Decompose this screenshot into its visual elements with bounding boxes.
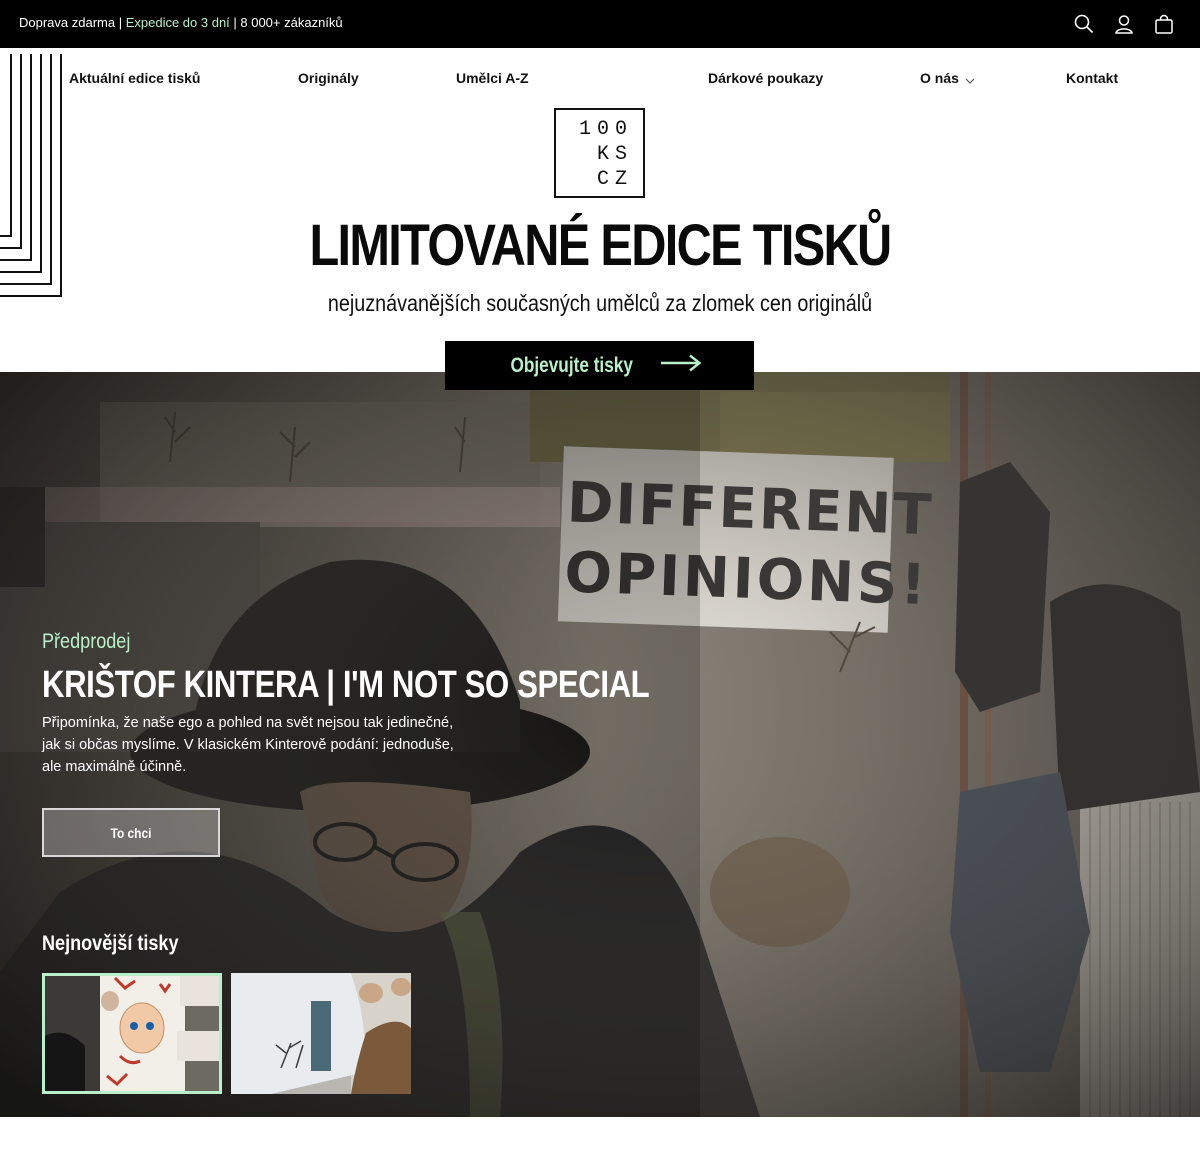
search-icon[interactable] (1072, 12, 1096, 36)
logo-line-2: KS (596, 143, 633, 166)
newest-print-thumbnail[interactable] (231, 973, 411, 1094)
discover-prints-label: Objevujte tisky (510, 353, 633, 377)
header-icons (1072, 12, 1176, 36)
discover-prints-button[interactable]: Objevujte tisky (445, 341, 754, 390)
chevron-down-icon (965, 71, 975, 87)
nav-item-artists[interactable]: Umělci A-Z (456, 70, 529, 86)
decorative-lines (0, 54, 62, 297)
hero-title: LIMITOVANÉ EDICE TISKŮ (309, 213, 892, 278)
announcement-dispatch: Expedice do 3 dní (125, 15, 230, 30)
nav-item-current-editions[interactable]: Aktuální edice tisků (69, 70, 200, 86)
account-icon[interactable] (1112, 12, 1136, 36)
newest-prints-heading: Nejnovější tisky (42, 932, 179, 955)
newest-print-thumbnail[interactable] (42, 973, 222, 1094)
main-navigation: Aktuální edice tisků Originály Umělci A-… (0, 70, 1200, 90)
hero-subtitle: nejuznávanějších současných umělců za zl… (327, 290, 873, 316)
to-chci-button[interactable]: To chci (42, 808, 220, 857)
announcement-customers: | 8 000+ zákazníků (229, 15, 343, 30)
announcement-text: Doprava zdarma | Expedice do 3 dní | 8 0… (19, 15, 343, 31)
featured-title: KRIŠTOF KINTERA | I'M NOT SO SPECIAL (42, 664, 650, 706)
announcement-shipping: Doprava zdarma | (19, 15, 126, 30)
featured-description: Připomínka, že naše ego a pohled na svět… (42, 715, 454, 775)
nav-item-about-label: O nás (920, 70, 959, 86)
nav-item-about[interactable]: O nás (920, 70, 975, 87)
logo-line-1: 100 (578, 118, 633, 141)
nav-item-gift-vouchers[interactable]: Dárkové poukazy (708, 70, 823, 86)
site-logo[interactable]: 100 KS CZ (554, 108, 645, 198)
to-chci-label: To chci (110, 824, 152, 841)
nav-item-contact[interactable]: Kontakt (1066, 70, 1118, 86)
cart-icon[interactable] (1152, 12, 1176, 36)
featured-banner-image: DIFFERENT OPINIONS! Předprodej (0, 372, 1200, 1117)
featured-badge: Předprodej (42, 630, 131, 653)
arrow-right-icon (660, 354, 702, 378)
announcement-bar: Doprava zdarma | Expedice do 3 dní | 8 0… (0, 0, 1200, 48)
logo-line-3: CZ (596, 168, 633, 191)
nav-item-originals[interactable]: Originály (298, 70, 359, 86)
